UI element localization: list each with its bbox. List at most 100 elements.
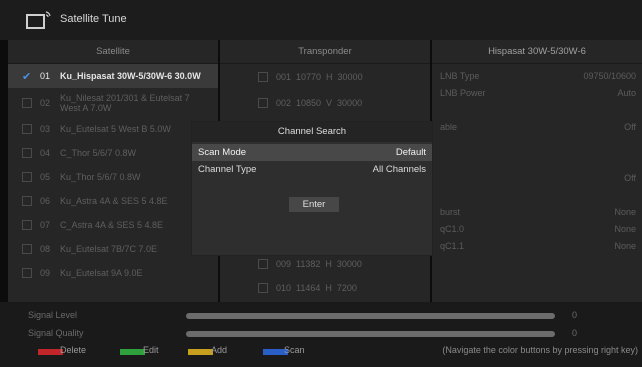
satellite-info-panel: Hispasat 30W-5/30W-6 LNB Type 09750/10600… — [432, 40, 642, 302]
satellite-name: Ku_Thor 5/6/7 0.8W — [60, 172, 141, 182]
green-button[interactable] — [120, 349, 145, 355]
satellite-list-item[interactable]: 04 C_Thor 5/6/7 0.8W — [8, 141, 218, 165]
satellite-list-item[interactable]: ✔ 01 Ku_Hispasat 30W-5/30W-6 30.0W — [8, 64, 218, 88]
info-row-lnb-power[interactable]: LNB Power Auto — [432, 84, 642, 101]
satellite-name: Ku_Eutelsat 5 West B 5.0W — [60, 124, 171, 134]
signal-level-value: 0 — [572, 310, 578, 320]
channel-type-value: All Channels — [372, 164, 426, 175]
info-row[interactable]: qC1.1 None — [432, 237, 642, 254]
transponder-checkbox[interactable] — [258, 72, 268, 82]
satellite-checkbox[interactable] — [22, 220, 32, 230]
info-row[interactable] — [432, 186, 642, 203]
channel-search-dialog: Channel Search Scan Mode Default Channel… — [192, 122, 432, 255]
info-value: Off — [624, 121, 636, 132]
signal-level-bar — [186, 313, 555, 319]
satellite-number: 03 — [40, 124, 51, 134]
satellite-name: Ku_Nilesat 201/301 & Eutelsat 7 West A 7… — [60, 92, 190, 113]
satellite-name: Ku_Eutelsat 9A 9.0E — [60, 268, 143, 278]
signal-quality-label: Signal Quality — [28, 328, 84, 338]
satellite-checkbox[interactable] — [22, 268, 32, 278]
info-value: 09750/10600 — [583, 70, 636, 81]
info-label: LNB Power — [440, 87, 486, 98]
scan-label[interactable]: Scan — [284, 345, 305, 355]
channel-type-label: Channel Type — [198, 164, 257, 175]
satellite-number: 01 — [40, 71, 51, 81]
transponder-list-item[interactable]: 010 11464 H 7200 — [220, 276, 430, 300]
transponder-panel-title: Transponder — [220, 40, 430, 64]
info-label: burst — [440, 206, 461, 217]
satellite-list-item[interactable]: 09 Ku_Eutelsat 9A 9.0E — [8, 261, 218, 285]
channel-type-option[interactable]: Channel Type All Channels — [192, 161, 432, 178]
info-label: LNB Type — [440, 70, 480, 81]
info-row[interactable]: qC1.0 None — [432, 220, 642, 237]
satellite-list-item[interactable]: 07 C_Astra 4A & SES 5 4.8E — [8, 213, 218, 237]
header-bar: Satellite Tune — [0, 0, 642, 40]
satellite-list-item[interactable]: 06 Ku_Astra 4A & SES 5 4.8E — [8, 189, 218, 213]
transponder-info: 010 11464 H 7200 — [276, 283, 357, 293]
transponder-checkbox[interactable] — [258, 98, 268, 108]
yellow-button[interactable] — [188, 349, 213, 355]
info-row[interactable] — [432, 135, 642, 152]
scan-mode-value: Default — [395, 147, 426, 158]
satellite-name: Ku_Hispasat 30W-5/30W-6 30.0W — [60, 71, 201, 81]
satellite-number: 05 — [40, 172, 51, 182]
scan-mode-label: Scan Mode — [198, 147, 247, 158]
satellite-name: Ku_Eutelsat 7B/7C 7.0E — [60, 244, 158, 254]
satellite-number: 02 — [40, 97, 51, 108]
info-row[interactable] — [432, 101, 642, 118]
scan-mode-option[interactable]: Scan Mode Default — [192, 144, 432, 161]
satellite-name: C_Astra 4A & SES 5 4.8E — [60, 220, 164, 230]
page-title: Satellite Tune — [60, 13, 127, 25]
info-row-lnb-type[interactable]: LNB Type 09750/10600 — [432, 67, 642, 84]
add-label[interactable]: Add — [211, 345, 227, 355]
satellite-checkbox[interactable] — [22, 172, 32, 182]
info-panel-title: Hispasat 30W-5/30W-6 — [432, 40, 642, 64]
satellite-list-item[interactable]: 03 Ku_Eutelsat 5 West B 5.0W — [8, 117, 218, 141]
enter-button[interactable]: Enter — [289, 197, 339, 212]
satellite-list-item[interactable]: 05 Ku_Thor 5/6/7 0.8W — [8, 165, 218, 189]
info-value: None — [614, 206, 636, 217]
info-label: able — [440, 121, 458, 132]
satellite-panel-title: Satellite — [8, 40, 218, 64]
satellite-number: 09 — [40, 268, 51, 278]
satellite-checkbox[interactable] — [22, 244, 32, 254]
navigation-hint: (Navigate the color buttons by pressing … — [442, 345, 638, 355]
satellite-list-item[interactable]: 08 Ku_Eutelsat 7B/7C 7.0E — [8, 237, 218, 261]
satellite-number: 07 — [40, 220, 51, 230]
satellite-name: Ku_Astra 4A & SES 5 4.8E — [60, 196, 168, 206]
delete-label[interactable]: Delete — [60, 345, 86, 355]
transponder-checkbox[interactable] — [258, 283, 268, 293]
tv-satellite-icon — [26, 11, 51, 29]
signal-level-label: Signal Level — [28, 310, 78, 320]
dialog-title: Channel Search — [192, 122, 432, 142]
check-icon[interactable]: ✔ — [22, 70, 32, 83]
transponder-info: 002 10850 V 30000 — [276, 98, 363, 108]
transponder-checkbox[interactable] — [258, 259, 268, 269]
transponder-list-item[interactable]: 002 10850 V 30000 — [220, 89, 430, 117]
info-value: None — [614, 223, 636, 234]
satellite-checkbox[interactable] — [22, 148, 32, 158]
info-row[interactable]: burst None — [432, 203, 642, 220]
transponder-list-item[interactable]: 001 10770 H 30000 — [220, 65, 430, 89]
info-row[interactable]: able Off — [432, 118, 642, 135]
signal-quality-bar — [186, 331, 555, 337]
satellite-panel: Satellite ✔ 01 Ku_Hispasat 30W-5/30W-6 3… — [8, 40, 218, 302]
satellite-number: 04 — [40, 148, 51, 158]
edit-label[interactable]: Edit — [143, 345, 159, 355]
info-label: qC1.1 — [440, 240, 465, 251]
satellite-checkbox[interactable] — [22, 97, 32, 108]
info-value: Auto — [617, 87, 636, 98]
satellite-list-item[interactable]: 02 Ku_Nilesat 201/301 & Eutelsat 7 West … — [8, 88, 218, 117]
satellite-number: 06 — [40, 196, 51, 206]
info-row[interactable]: Off — [432, 169, 642, 186]
satellite-name: C_Thor 5/6/7 0.8W — [60, 148, 137, 158]
satellite-number: 08 — [40, 244, 51, 254]
transponder-info: 009 11382 H 30000 — [276, 259, 362, 269]
info-value: Off — [624, 172, 636, 183]
transponder-list-item[interactable]: 009 11382 H 30000 — [220, 252, 430, 276]
satellite-checkbox[interactable] — [22, 196, 32, 206]
info-label: qC1.0 — [440, 223, 465, 234]
info-value: None — [614, 240, 636, 251]
info-row[interactable] — [432, 152, 642, 169]
satellite-checkbox[interactable] — [22, 124, 32, 134]
